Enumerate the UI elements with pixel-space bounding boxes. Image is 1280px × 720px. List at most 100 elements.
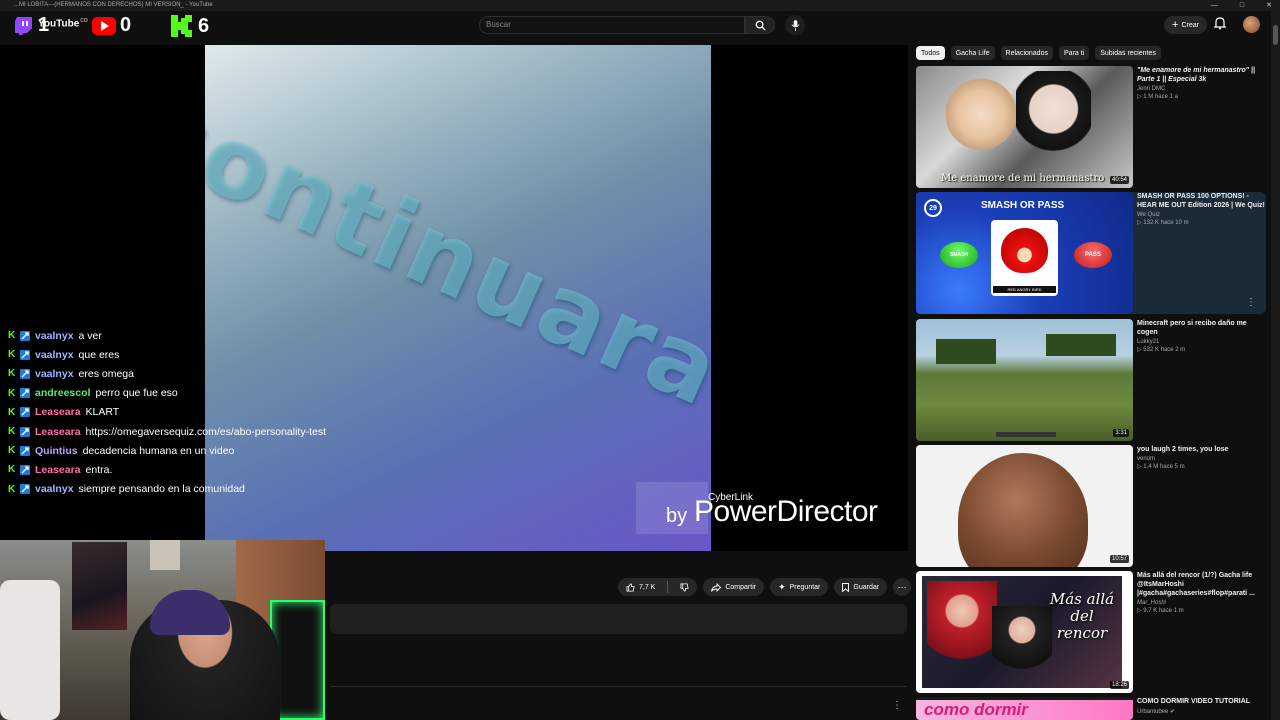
- chat-message: Kvaalnyx eres omega: [8, 364, 408, 383]
- chat-username: vaalnyx: [35, 348, 74, 361]
- share-icon: [711, 582, 722, 592]
- recommendation-title[interactable]: "Me enamore de mi hermanastro" || Parte …: [1137, 66, 1265, 84]
- recommendation-meta: ▷ 9,7 K hace 1 m: [1137, 608, 1184, 614]
- kick-badge-icon: K: [8, 349, 16, 361]
- kick-badge-icon: K: [8, 368, 16, 380]
- chat-message: Kvaalnyx siempre pensando en la comunidad: [8, 480, 408, 499]
- recommendation-thumbnail[interactable]: Más allá del rencor 18:26: [916, 571, 1133, 693]
- recommendation-title[interactable]: Minecraft pero si recibo daño me cogen: [1137, 319, 1265, 337]
- thumb-art: Más allá del rencor: [922, 576, 1122, 688]
- share-button[interactable]: Compartir: [703, 578, 765, 596]
- thumb-caption: Más allá del rencor: [1049, 590, 1115, 642]
- more-horizontal-icon: ⋯: [897, 581, 907, 592]
- recommendation-item[interactable]: Más allá del rencor 18:26 Más allá del r…: [916, 571, 1266, 693]
- minimize-icon[interactable]: —: [1211, 0, 1218, 11]
- chip-todos[interactable]: Todos: [916, 46, 945, 60]
- chip-subidas-recientes[interactable]: Subidas recientes: [1095, 46, 1161, 60]
- thumb-card: RED ANGRY BIRD: [991, 220, 1058, 296]
- recommendation-channel[interactable]: Lukky21: [1137, 339, 1265, 345]
- recommendation-item[interactable]: 10:57 you laugh 2 times, you lose venom …: [916, 445, 1266, 567]
- recommendation-info: "Me enamore de mi hermanastro" || Parte …: [1137, 66, 1265, 100]
- recommendation-item[interactable]: como dormir COMO DORMIR VIDEO TUTORIAL U…: [916, 697, 1266, 720]
- recommendation-channel[interactable]: venom: [1137, 456, 1265, 462]
- comments-more-icon[interactable]: ⋮: [892, 700, 902, 711]
- window-titlebar: ...MI LOBITA---(HERMANOS CON DERECHOS) M…: [0, 0, 1280, 11]
- youtube-count: 0: [120, 14, 132, 36]
- webcam-streamer-hair: [150, 590, 230, 635]
- kick-badge-icon: K: [8, 387, 16, 399]
- description-box[interactable]: [330, 604, 907, 634]
- maximize-icon[interactable]: □: [1240, 0, 1244, 11]
- scrollbar-thumb[interactable]: [1273, 25, 1278, 45]
- recommendation-thumbnail[interactable]: 3:31: [916, 319, 1133, 441]
- save-button[interactable]: Guardar: [834, 578, 888, 596]
- thumb-character-left: [946, 76, 1016, 161]
- webcam-overlay: [0, 540, 325, 720]
- recommendation-info: COMO DORMIR VIDEO TUTORIAL Urbantubee ✔: [1137, 697, 1265, 715]
- recommendation-meta: ▷ 132 K hace 10 m: [1137, 220, 1189, 226]
- recommendation-thumbnail[interactable]: 29 SMASH OR PASS SMASH PASS RED ANGRY BI…: [916, 192, 1133, 314]
- recommendation-meta: ▷ 1,4 M hace 5 m: [1137, 464, 1185, 470]
- ask-button[interactable]: ✦ Preguntar: [770, 578, 829, 596]
- recommendation-thumbnail[interactable]: 10:57: [916, 445, 1133, 567]
- chat-text: decadencia humana en un video: [82, 444, 235, 457]
- smash-button-graphic: SMASH: [940, 242, 978, 268]
- search-input[interactable]: Buscar: [479, 16, 745, 34]
- pass-button-graphic: PASS: [1074, 242, 1112, 268]
- recommendation-thumbnail[interactable]: Me enamore de mi hermanastro 40:54: [916, 66, 1133, 188]
- recommendation-info: Minecraft pero si recibo daño me cogen L…: [1137, 319, 1265, 353]
- comments-divider: [330, 686, 907, 687]
- recommendation-chips: Todos Gacha Life Relacionados Para ti Subida…: [916, 46, 1161, 60]
- chat-message: Kvaalnyx a ver: [8, 326, 408, 345]
- chat-message: K Quintius decadencia humana en un video: [8, 441, 408, 460]
- create-button[interactable]: + Crear: [1164, 16, 1207, 34]
- more-actions-button[interactable]: ⋯: [893, 578, 912, 596]
- video-duration: 3:31: [1113, 429, 1129, 437]
- chip-gacha-life[interactable]: Gacha Life: [950, 46, 995, 60]
- dislike-button[interactable]: [672, 578, 697, 596]
- page-scrollbar[interactable]: [1271, 11, 1280, 720]
- moderator-badge-icon: [20, 330, 30, 341]
- recommendation-title[interactable]: SMASH OR PASS 100 OPTIONS! - HEAR ME OUT…: [1137, 192, 1265, 210]
- recommendation-item-hovered[interactable]: 29 SMASH OR PASS SMASH PASS RED ANGRY BI…: [916, 192, 1266, 314]
- recommendation-thumbnail[interactable]: como dormir: [916, 697, 1133, 720]
- recommendation-meta: ▷ 532 K hace 2 m: [1137, 347, 1186, 353]
- chip-relacionados[interactable]: Relacionados: [1000, 46, 1053, 60]
- recommendation-info: SMASH OR PASS 100 OPTIONS! - HEAR ME OUT…: [1137, 192, 1265, 226]
- chat-text: https://omegaversequiz.com/es/abo-person…: [85, 425, 326, 438]
- chat-username: vaalnyx: [35, 329, 74, 342]
- like-button[interactable]: 7,7 K: [618, 578, 663, 596]
- recommendation-title[interactable]: Más allá del rencor (1/?) Gacha life @It…: [1137, 571, 1265, 598]
- search-button[interactable]: [745, 16, 775, 34]
- chat-username: Leaseara: [35, 463, 81, 476]
- recommendation-info: you laugh 2 times, you lose venom ▷ 1,4 …: [1137, 445, 1265, 470]
- moderator-badge-icon: [20, 445, 30, 456]
- recommendation-title[interactable]: you laugh 2 times, you lose: [1137, 445, 1265, 454]
- sparkle-icon: ✦: [778, 581, 786, 592]
- microphone-icon: [791, 19, 799, 31]
- account-avatar[interactable]: [1243, 16, 1260, 33]
- notifications-button[interactable]: [1213, 17, 1227, 35]
- thumb-character: [992, 606, 1052, 686]
- chip-para-ti[interactable]: Para ti: [1058, 46, 1090, 60]
- close-icon[interactable]: ✕: [1266, 0, 1272, 11]
- recommendation-channel[interactable]: Jenn DMC: [1137, 86, 1265, 92]
- chat-message: Kandreescol perro que fue eso: [8, 384, 408, 403]
- voice-search-button[interactable]: [785, 15, 805, 35]
- window-controls: — □ ✕: [1211, 0, 1272, 11]
- kick-icon: [171, 15, 192, 37]
- recommendation-item[interactable]: Me enamore de mi hermanastro 40:54 "Me e…: [916, 66, 1266, 188]
- window-title: ...MI LOBITA---(HERMANOS CON DERECHOS) M…: [14, 2, 213, 8]
- twitch-icon: [15, 16, 32, 35]
- bookmark-icon: [842, 582, 850, 592]
- webcam-chair: [0, 580, 60, 720]
- more-vertical-icon[interactable]: ⋮: [1246, 297, 1256, 308]
- recommendation-channel[interactable]: Urbantubee ✔: [1137, 708, 1265, 715]
- recommendation-title[interactable]: COMO DORMIR VIDEO TUTORIAL: [1137, 697, 1265, 706]
- moderator-badge-icon: [20, 407, 30, 418]
- bell-icon: [1213, 17, 1227, 30]
- thumbs-up-icon: [626, 582, 635, 592]
- recommendation-item[interactable]: 3:31 Minecraft pero si recibo daño me co…: [916, 319, 1266, 441]
- recommendation-channel[interactable]: Mar_Hoshi: [1137, 600, 1265, 606]
- recommendation-channel[interactable]: We Quiz: [1137, 212, 1265, 218]
